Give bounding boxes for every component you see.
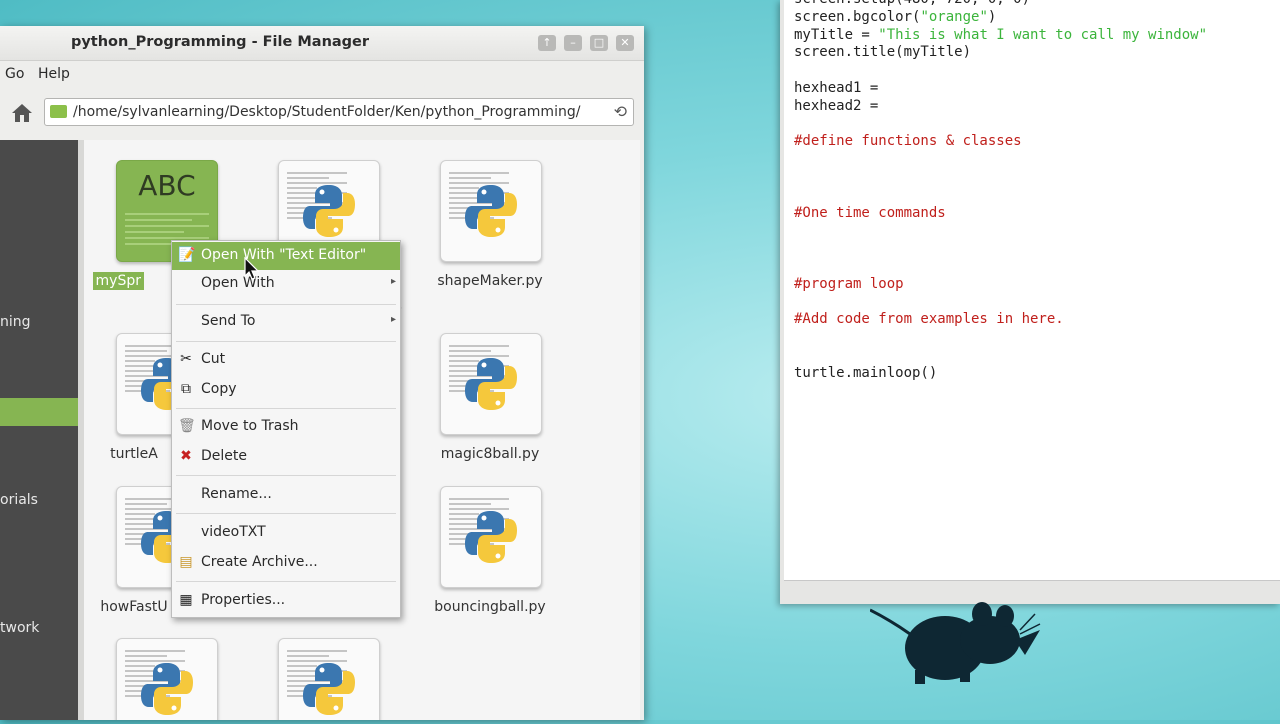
menu-item-rename[interactable]: Rename...: [172, 481, 400, 509]
menu-item-cut[interactable]: ✂ Cut: [172, 346, 400, 374]
python-file-thumbnail: [440, 333, 542, 435]
scissors-icon: ✂: [180, 351, 192, 367]
file-name[interactable]: mySpr: [92, 272, 144, 290]
python-logo-icon: [141, 663, 193, 715]
menu-item-label: Move to Trash: [201, 418, 299, 434]
sidebar: ning orials twork: [0, 140, 78, 720]
keep-above-button[interactable]: ↑: [538, 35, 556, 51]
menu-item-label: Open With: [201, 275, 275, 291]
menu-separator: [176, 513, 396, 514]
menu-separator: [176, 408, 396, 409]
code-line: screen.setup(480, 720, 0, 0): [794, 0, 1030, 7]
menu-item-delete[interactable]: ✖ Delete: [172, 443, 400, 471]
minimize-button[interactable]: –: [564, 35, 582, 51]
code-line: #define functions & classes: [794, 133, 1022, 150]
menu-separator: [176, 581, 396, 582]
python-file-thumbnail: [116, 638, 218, 720]
code-line: #program loop: [794, 275, 904, 292]
trash-icon: 🗑: [178, 418, 196, 434]
menu-item-label: Send To: [201, 313, 256, 329]
code-content[interactable]: screen.setup(480, 720, 0, 0) screen.bgco…: [794, 0, 1207, 383]
python-logo-icon: [303, 185, 355, 237]
reload-icon[interactable]: ⟲: [614, 102, 627, 121]
menu-item-move-to-trash[interactable]: 🗑 Move to Trash: [172, 413, 400, 441]
folder-icon: [50, 105, 67, 118]
mouse-pointer-icon: [244, 256, 260, 285]
menu-item-send-to[interactable]: Send To ▸: [172, 308, 400, 336]
python-logo-icon: [303, 663, 355, 715]
file-name[interactable]: shapeMaker.py: [408, 273, 572, 289]
menu-item-label: Delete: [201, 448, 247, 464]
python-file-thumbnail: [440, 486, 542, 588]
menu-item-open-with-text-editor[interactable]: 📝 Open With "Text Editor": [172, 242, 400, 270]
code-line: hexhead1 =: [794, 79, 879, 96]
python-logo-icon: [465, 511, 517, 563]
menu-separator: [176, 341, 396, 342]
properties-icon: ▦: [179, 592, 193, 608]
code-line: screen.title(myTitle): [794, 44, 972, 61]
context-menu: 📝 Open With "Text Editor" Open With ▸ Se…: [171, 240, 401, 618]
menu-item-properties[interactable]: ▦ Properties...: [172, 587, 400, 615]
file-name[interactable]: bouncingball.py: [408, 599, 572, 615]
maximize-button[interactable]: □: [590, 35, 608, 51]
menu-separator: [176, 475, 396, 476]
text-editor-icon: 📝: [178, 247, 196, 263]
python-file-thumbnail: [440, 160, 542, 262]
location-bar[interactable]: /home/sylvanlearning/Desktop/StudentFold…: [44, 98, 634, 126]
code-line: hexhead2 =: [794, 97, 879, 114]
code-line: myTitle = "This is what I want to call m…: [794, 26, 1208, 43]
sidebar-item-network[interactable]: twork: [0, 620, 39, 636]
menu-item-label: Open With "Text Editor": [201, 247, 367, 263]
toolbar: /home/sylvanlearning/Desktop/StudentFold…: [0, 90, 644, 134]
submenu-arrow-icon: ▸: [390, 276, 396, 287]
submenu-arrow-icon: ▸: [390, 314, 396, 325]
menu-item-label: Copy: [201, 381, 237, 397]
sidebar-item-programming[interactable]: ning: [0, 314, 31, 330]
archive-icon: ▤: [179, 554, 193, 570]
delete-icon: ✖: [180, 448, 192, 464]
menu-help[interactable]: Help: [38, 66, 70, 82]
python-logo-icon: [465, 185, 517, 237]
menu-item-label: videoTXT: [201, 524, 266, 540]
sidebar-item-tutorials[interactable]: orials: [0, 492, 38, 508]
home-icon[interactable]: [10, 102, 34, 124]
menu-item-label: Rename...: [201, 486, 272, 502]
copy-icon: ⧉: [181, 381, 191, 397]
python-file-thumbnail: [278, 638, 380, 720]
menu-go[interactable]: Go: [5, 66, 24, 82]
location-path[interactable]: /home/sylvanlearning/Desktop/StudentFold…: [73, 104, 580, 120]
menu-item-create-archive[interactable]: ▤ Create Archive...: [172, 549, 400, 577]
code-line: #Add code from examples in here.: [794, 311, 1064, 328]
menu-item-copy[interactable]: ⧉ Copy: [172, 376, 400, 404]
menu-item-label: Create Archive...: [201, 554, 318, 570]
menu-item-open-with[interactable]: Open With ▸: [172, 270, 400, 298]
editor-text-area[interactable]: screen.setup(480, 720, 0, 0) screen.bgco…: [784, 0, 1280, 581]
code-line: screen.bgcolor("orange"): [794, 8, 997, 25]
xfce-mouse-logo-icon: [869, 600, 1050, 724]
menu-item-label: Cut: [201, 351, 226, 367]
menu-item-videotxt[interactable]: videoTXT: [172, 519, 400, 547]
menu-item-label: Properties...: [201, 592, 286, 608]
code-line: turtle.mainloop(): [794, 364, 938, 381]
menu-separator: [176, 304, 396, 305]
code-line: #One time commands: [794, 204, 946, 221]
window-title: python_Programming - File Manager: [70, 34, 370, 50]
file-name[interactable]: magic8ball.py: [408, 446, 572, 462]
python-logo-icon: [465, 358, 517, 410]
menu-bar: Go Help: [0, 60, 644, 88]
sidebar-item-selected[interactable]: [0, 398, 78, 426]
close-button[interactable]: ✕: [616, 35, 634, 51]
title-bar[interactable]: python_Programming - File Manager ↑ – □ …: [0, 26, 644, 61]
text-editor-window: screen.setup(480, 720, 0, 0) screen.bgco…: [780, 0, 1280, 604]
